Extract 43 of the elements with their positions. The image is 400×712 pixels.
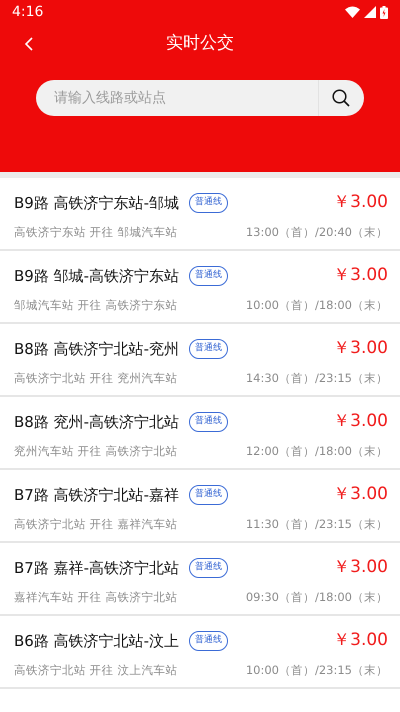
search-field[interactable]: 请输入线路或站点 xyxy=(36,80,364,116)
route-tag: 普通线 xyxy=(189,631,228,650)
route-price: ￥3.00 xyxy=(333,191,388,214)
route-name[interactable]: B8路 兖州-高铁济宁北站 xyxy=(14,410,180,433)
route-schedule: 10:00（首）/23:15（末） xyxy=(246,662,388,678)
route-tag: 普通线 xyxy=(189,412,228,432)
route-schedule: 09:30（首）/18:00（末） xyxy=(246,588,388,606)
route-direction: 高铁济宁东站 开往 邹城汽车站 xyxy=(14,224,178,240)
route-price: ￥3.00 xyxy=(333,483,388,506)
route-name[interactable]: B8路 高铁济宁北站-兖州 xyxy=(14,338,180,360)
wifi-icon xyxy=(345,6,360,18)
back-icon[interactable] xyxy=(24,37,34,51)
route-direction: 邹城汽车站 开往 高铁济宁东站 xyxy=(14,296,178,314)
route-schedule: 14:30（首）/23:15（末） xyxy=(246,370,388,386)
route-price: ￥3.00 xyxy=(333,264,388,287)
route-name[interactable]: B7路 嘉祥-高铁济宁北站 xyxy=(14,556,180,579)
route-price: ￥3.00 xyxy=(333,629,388,652)
route-direction: 高铁济宁北站 开往 兖州汽车站 xyxy=(14,370,178,386)
route-name[interactable]: B7路 高铁济宁北站-嘉祥 xyxy=(14,484,180,506)
route-tag: 普通线 xyxy=(189,485,228,504)
route-schedule: 11:30（首）/23:15（末） xyxy=(246,516,388,532)
route-direction: 兖州汽车站 开往 高铁济宁北站 xyxy=(14,442,178,460)
signal-icon xyxy=(364,6,376,18)
route-price: ￥3.00 xyxy=(333,410,388,433)
page-title: 实时公交 xyxy=(166,32,235,56)
route-tag: 普通线 xyxy=(189,339,228,358)
route-schedule: 13:00（首）/20:40（末） xyxy=(246,224,388,240)
route-direction: 高铁济宁北站 开往 汶上汽车站 xyxy=(14,662,178,678)
battery-icon xyxy=(380,6,388,18)
route-tag: 普通线 xyxy=(189,558,228,578)
search-icon[interactable] xyxy=(332,89,350,107)
route-tag: 普通线 xyxy=(189,266,228,286)
route-tag: 普通线 xyxy=(189,193,228,212)
route-price: ￥3.00 xyxy=(333,337,388,360)
status-time: 4:16 xyxy=(12,2,44,22)
route-schedule: 10:00（首）/18:00（末） xyxy=(246,296,388,314)
route-direction: 嘉祥汽车站 开往 高铁济宁北站 xyxy=(14,588,178,606)
route-name[interactable]: B6路 高铁济宁北站-汶上 xyxy=(14,630,180,652)
route-schedule: 12:00（首）/18:00（末） xyxy=(246,442,388,460)
route-name[interactable]: B9路 高铁济宁东站-邹城 xyxy=(14,192,180,214)
route-name[interactable]: B9路 邹城-高铁济宁东站 xyxy=(14,264,180,287)
route-price: ￥3.00 xyxy=(333,556,388,579)
route-direction: 高铁济宁北站 开往 嘉祥汽车站 xyxy=(14,516,178,532)
